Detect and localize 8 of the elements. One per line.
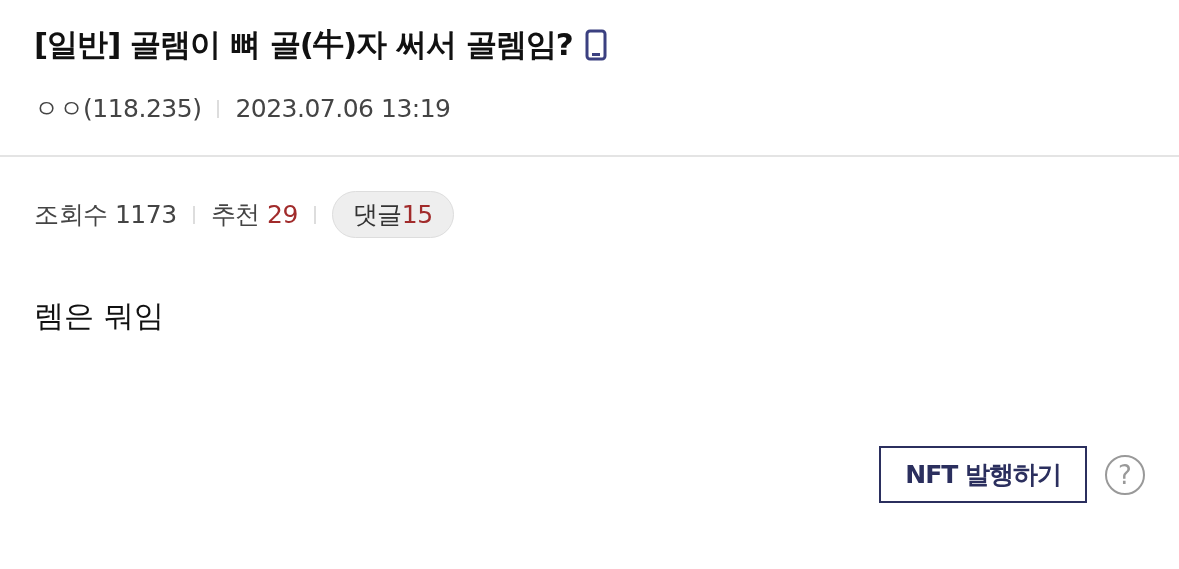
recommend-count: 추천 29 bbox=[210, 199, 298, 231]
comment-count-button[interactable]: 댓글15 bbox=[331, 191, 454, 238]
post-body: 렘은 뭐임 bbox=[34, 298, 164, 333]
author-name: ㅇㅇ(118.235) bbox=[34, 93, 202, 125]
nft-issue-button[interactable]: NFT 발행하기 bbox=[879, 446, 1087, 503]
post-title: [일반] 골램이 뼈 골(牛)자 써서 골렘임? bbox=[34, 25, 573, 64]
post-date: 2023.07.06 13:19 bbox=[235, 94, 451, 123]
view-count: 조회수 1173 bbox=[34, 199, 177, 231]
